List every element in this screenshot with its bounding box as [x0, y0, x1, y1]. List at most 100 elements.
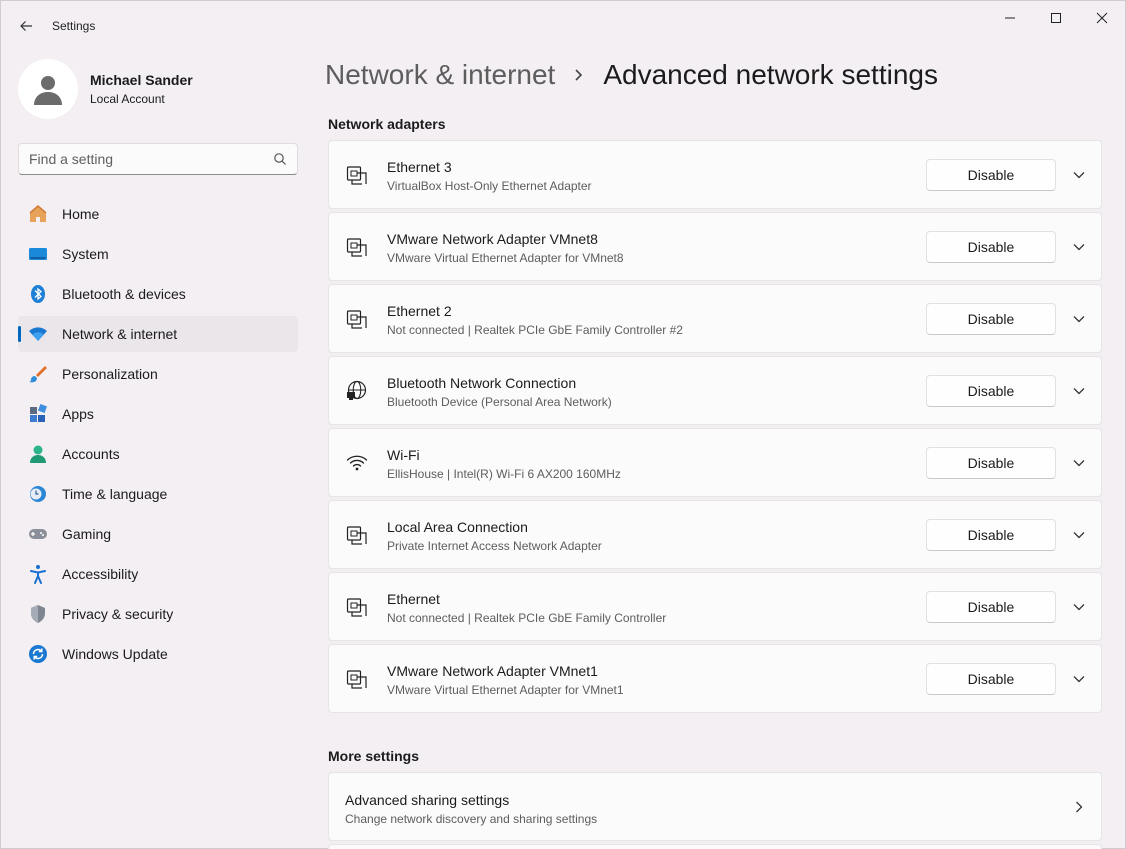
- minimize-icon: [1005, 17, 1015, 19]
- breadcrumb: Network & internet Advanced network sett…: [325, 59, 938, 91]
- sidebar-item-personalization[interactable]: Personalization: [18, 356, 298, 392]
- adapter-name: VMware Network Adapter VMnet8: [387, 231, 598, 247]
- breadcrumb-parent-link[interactable]: Network & internet: [325, 59, 555, 91]
- adapter-name: Ethernet: [387, 591, 440, 607]
- window-controls: [987, 1, 1125, 35]
- minimize-button[interactable]: [987, 1, 1033, 35]
- chevron-down-icon[interactable]: [1071, 167, 1087, 183]
- search-box: [18, 143, 298, 175]
- wifi-icon: [345, 451, 369, 475]
- sidebar-nav: Home System Bluetooth & devices Network …: [18, 196, 298, 676]
- ethernet-icon: [345, 163, 369, 187]
- sidebar-item-bluetooth-devices[interactable]: Bluetooth & devices: [18, 276, 298, 312]
- sidebar-item-label: Apps: [62, 406, 94, 422]
- search-input[interactable]: [29, 151, 273, 167]
- chevron-down-icon[interactable]: [1071, 311, 1087, 327]
- account-type: Local Account: [90, 92, 165, 106]
- adapter-name: Wi-Fi: [387, 447, 420, 463]
- chevron-down-icon[interactable]: [1071, 239, 1087, 255]
- disable-button[interactable]: Disable: [926, 375, 1056, 407]
- sidebar-item-time-language[interactable]: Time & language: [18, 476, 298, 512]
- sidebar-item-accounts[interactable]: Accounts: [18, 436, 298, 472]
- person-icon: [34, 76, 62, 105]
- adapter-detail: Private Internet Access Network Adapter: [387, 539, 602, 553]
- adapter-card[interactable]: Ethernet Not connected | Realtek PCIe Gb…: [328, 572, 1102, 641]
- adapters-list: Ethernet 3 VirtualBox Host-Only Ethernet…: [328, 140, 1102, 716]
- chevron-down-icon[interactable]: [1071, 527, 1087, 543]
- app-title: Settings: [52, 19, 96, 33]
- disable-button[interactable]: Disable: [926, 231, 1056, 263]
- adapter-card[interactable]: Wi-Fi EllisHouse | Intel(R) Wi-Fi 6 AX20…: [328, 428, 1102, 497]
- sidebar-item-apps[interactable]: Apps: [18, 396, 298, 432]
- search-icon[interactable]: [273, 152, 287, 166]
- ethernet-icon: [345, 667, 369, 691]
- disable-button[interactable]: Disable: [926, 159, 1056, 191]
- title-bar: Settings: [1, 1, 1125, 49]
- brush-icon: [28, 364, 48, 384]
- setting-title: Advanced sharing settings: [345, 792, 510, 808]
- windows-update-icon: [28, 644, 48, 664]
- sidebar-item-accessibility[interactable]: Accessibility: [18, 556, 298, 592]
- adapter-detail: EllisHouse | Intel(R) Wi-Fi 6 AX200 160M…: [387, 467, 621, 481]
- adapter-detail: VirtualBox Host-Only Ethernet Adapter: [387, 179, 592, 193]
- chevron-right-icon: [1071, 799, 1087, 815]
- apps-icon: [28, 404, 48, 424]
- chevron-right-icon: [573, 68, 585, 82]
- disable-button[interactable]: Disable: [926, 447, 1056, 479]
- close-button[interactable]: [1079, 1, 1125, 35]
- disable-button[interactable]: Disable: [926, 663, 1056, 695]
- adapter-card[interactable]: VMware Network Adapter VMnet8 VMware Vir…: [328, 212, 1102, 281]
- disable-button[interactable]: Disable: [926, 519, 1056, 551]
- adapter-detail: VMware Virtual Ethernet Adapter for VMne…: [387, 683, 624, 697]
- sidebar-item-label: Accounts: [62, 446, 120, 462]
- sidebar-item-network-internet[interactable]: Network & internet: [18, 316, 298, 352]
- adapter-name: Ethernet 2: [387, 303, 452, 319]
- sidebar-item-home[interactable]: Home: [18, 196, 298, 232]
- maximize-icon: [1051, 13, 1061, 23]
- chevron-down-icon[interactable]: [1071, 383, 1087, 399]
- system-icon: [28, 244, 48, 264]
- back-button[interactable]: [13, 13, 39, 39]
- advanced-sharing-settings-link[interactable]: Advanced sharing settings Change network…: [328, 772, 1102, 841]
- globe-network-icon: [345, 379, 369, 403]
- adapter-name: Local Area Connection: [387, 519, 528, 535]
- adapter-detail: Bluetooth Device (Personal Area Network): [387, 395, 612, 409]
- section-title-more-settings: More settings: [328, 748, 420, 764]
- disable-button[interactable]: Disable: [926, 303, 1056, 335]
- disable-button[interactable]: Disable: [926, 591, 1056, 623]
- user-profile[interactable]: Michael Sander Local Account: [18, 59, 193, 119]
- avatar: [18, 59, 78, 119]
- adapter-card[interactable]: Bluetooth Network Connection Bluetooth D…: [328, 356, 1102, 425]
- sidebar-item-label: Accessibility: [62, 566, 139, 582]
- maximize-button[interactable]: [1033, 1, 1079, 35]
- ethernet-icon: [345, 595, 369, 619]
- back-arrow-icon: [20, 21, 32, 31]
- chevron-down-icon[interactable]: [1071, 599, 1087, 615]
- sidebar-item-privacy-security[interactable]: Privacy & security: [18, 596, 298, 632]
- adapter-card[interactable]: Ethernet 3 VirtualBox Host-Only Ethernet…: [328, 140, 1102, 209]
- sidebar-item-label: Network & internet: [62, 326, 178, 342]
- adapter-detail: Not connected | Realtek PCIe GbE Family …: [387, 323, 683, 337]
- home-icon: [28, 204, 48, 224]
- page-title: Advanced network settings: [603, 59, 938, 90]
- sidebar-item-label: Privacy & security: [62, 606, 174, 622]
- sidebar-item-label: Home: [62, 206, 100, 222]
- sidebar-item-label: Personalization: [62, 366, 158, 382]
- adapter-name: VMware Network Adapter VMnet1: [387, 663, 598, 679]
- adapter-card[interactable]: Ethernet 2 Not connected | Realtek PCIe …: [328, 284, 1102, 353]
- sidebar-item-windows-update[interactable]: Windows Update: [18, 636, 298, 672]
- gaming-icon: [28, 524, 48, 544]
- bluetooth-icon: [28, 284, 48, 304]
- next-setting-card-partial[interactable]: [328, 844, 1102, 849]
- sidebar-item-gaming[interactable]: Gaming: [18, 516, 298, 552]
- sidebar-item-label: Windows Update: [62, 646, 168, 662]
- sidebar-item-label: System: [62, 246, 109, 262]
- chevron-down-icon[interactable]: [1071, 671, 1087, 687]
- sidebar-item-system[interactable]: System: [18, 236, 298, 272]
- ethernet-icon: [345, 235, 369, 259]
- adapter-card[interactable]: VMware Network Adapter VMnet1 VMware Vir…: [328, 644, 1102, 713]
- network-icon: [28, 324, 48, 344]
- adapter-card[interactable]: Local Area Connection Private Internet A…: [328, 500, 1102, 569]
- close-icon: [1096, 12, 1108, 24]
- chevron-down-icon[interactable]: [1071, 455, 1087, 471]
